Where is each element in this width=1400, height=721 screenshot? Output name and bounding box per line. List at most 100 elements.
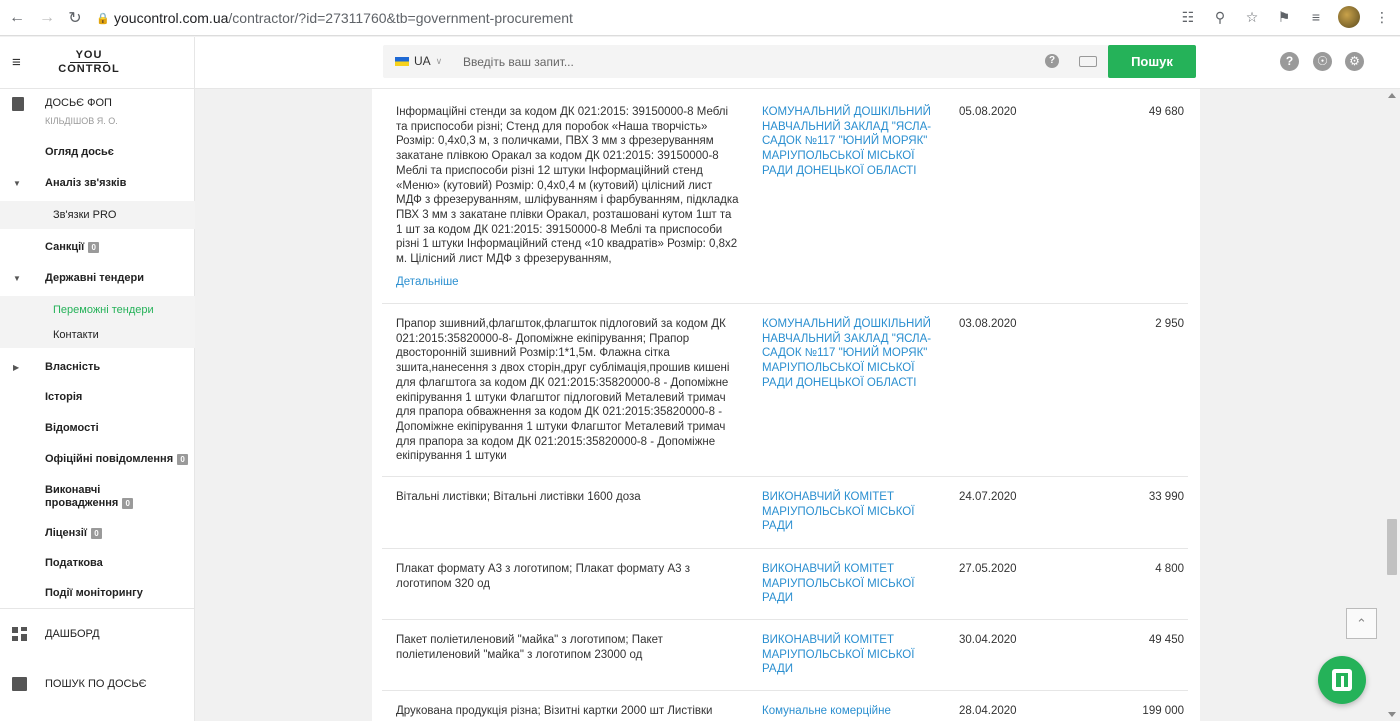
help-circle-icon[interactable]: ?: [1280, 52, 1299, 71]
chevron-down-icon: ▼: [13, 273, 21, 283]
tender-date: 28.04.2020: [959, 705, 1017, 717]
sidebar-item-sanctions[interactable]: Санкції 0: [0, 234, 195, 260]
sidebar-item-link-analysis[interactable]: ▼ Аналіз зв'язків: [0, 170, 195, 196]
sidebar-item-label: Зв'язки PRO: [53, 209, 117, 221]
sidebar-item-history[interactable]: Історія: [0, 384, 195, 410]
reading-list-icon[interactable]: ≡: [1306, 6, 1326, 28]
count-badge: 0: [88, 241, 100, 253]
reload-icon[interactable]: ↻: [62, 5, 88, 31]
tender-organization-link[interactable]: ВИКОНАВЧИЙ КОМІТЕТ МАРІУПОЛЬСЬКОЇ МІСЬКО…: [762, 633, 942, 677]
tender-description: Інформаційні стенди за кодом ДК 021:2015…: [396, 106, 739, 266]
scrollbar-thumb[interactable]: [1387, 519, 1397, 575]
table-row: Плакат формату А3 з логотипом; Плакат фо…: [382, 548, 1188, 619]
sidebar-item-label: Відомості: [45, 422, 99, 434]
url-path: /contractor/?id=27311760&tb=government-p…: [228, 10, 573, 26]
chevron-down-icon: ∨: [435, 55, 443, 66]
tender-organization-link[interactable]: КОМУНАЛЬНИЙ ДОШКІЛЬНИЙ НАВЧАЛЬНИЙ ЗАКЛАД…: [762, 317, 942, 391]
table-row: Пакет поліетиленовий "майка" з логотипом…: [382, 619, 1188, 690]
tender-organization-link[interactable]: КОМУНАЛЬНИЙ ДОШКІЛЬНИЙ НАВЧАЛЬНИЙ ЗАКЛАД…: [762, 105, 942, 179]
table-row: Інформаційні стенди за кодом ДК 021:2015…: [382, 89, 1188, 303]
sidebar-item-label: Власність: [45, 361, 101, 373]
profile-avatar[interactable]: [1338, 6, 1360, 28]
keyboard-icon[interactable]: [1079, 56, 1097, 67]
tender-organization-link[interactable]: Комунальне комерційне: [762, 704, 942, 719]
tender-description: Вітальні листівки; Вітальні листівки 160…: [396, 491, 641, 503]
dashboard-icon: [12, 627, 27, 641]
chat-icon: [1332, 669, 1352, 691]
bookmark-star-icon[interactable]: ☆: [1242, 6, 1262, 28]
document-icon: [12, 97, 24, 111]
notifications-icon[interactable]: ☉: [1313, 52, 1332, 71]
details-link[interactable]: Детальніше: [396, 275, 459, 290]
extensions-icon[interactable]: ⚑: [1274, 6, 1294, 28]
tender-amount: 2 950: [1155, 318, 1184, 330]
search-input[interactable]: [463, 49, 1023, 74]
zoom-icon[interactable]: ⚲: [1210, 6, 1230, 28]
page-scrollbar[interactable]: [1384, 89, 1400, 721]
sidebar-dashboard[interactable]: ДАШБОРД: [0, 619, 195, 649]
browser-menu-icon[interactable]: ⋮: [1372, 6, 1392, 28]
sidebar-item-winning-tenders[interactable]: Переможні тендери: [0, 296, 195, 324]
scroll-down-arrow-icon[interactable]: [1388, 712, 1396, 717]
url-host: youcontrol.com.ua: [114, 10, 229, 26]
sidebar-item-label: Огляд досьє: [45, 146, 114, 158]
help-icon[interactable]: ?: [1045, 54, 1059, 68]
sidebar-item-official-notices[interactable]: Офіційні повідомлення 0: [0, 446, 195, 472]
dossier-subject: КІЛЬДІШОВ Я. О.: [45, 116, 118, 126]
sidebar-item-state-tenders[interactable]: ▼ Державні тендери: [0, 265, 195, 291]
tender-organization-link[interactable]: ВИКОНАВЧИЙ КОМІТЕТ МАРІУПОЛЬСЬКОЇ МІСЬКО…: [762, 562, 942, 606]
sidebar-item-property[interactable]: ▶ Власність: [0, 354, 195, 380]
forward-icon[interactable]: →: [34, 5, 60, 31]
address-bar[interactable]: 🔒 youcontrol.com.ua/contractor/?id=27311…: [96, 5, 1366, 31]
sidebar: ДОСЬЄ ФОП КІЛЬДІШОВ Я. О. Огляд досьє ▼ …: [0, 89, 195, 721]
sidebar-item-label: Історія: [45, 391, 83, 403]
dossier-title: ДОСЬЄ ФОП: [45, 97, 112, 109]
sidebar-item-records[interactable]: Відомості: [0, 415, 195, 441]
app-header: ≡ YOU CONTROL UA ∨ ? Пошук ? ☉ ⚙: [0, 37, 1400, 89]
sidebar-item-label: Ліцензії 0: [45, 527, 102, 539]
sidebar-item-label: Події моніторингу: [45, 587, 143, 599]
chat-button[interactable]: [1318, 656, 1366, 704]
logo[interactable]: YOU CONTROL: [57, 49, 121, 76]
lock-icon: 🔒: [96, 12, 110, 25]
tender-date: 03.08.2020: [959, 318, 1017, 330]
search-button[interactable]: Пошук: [1108, 45, 1196, 78]
ukraine-flag-icon: [395, 56, 409, 66]
sidebar-item-label: Виконавчі провадження 0: [45, 484, 134, 510]
sidebar-item-label: Контакти: [53, 329, 99, 341]
tender-description: Плакат формату А3 з логотипом; Плакат фо…: [396, 563, 691, 590]
count-badge: 0: [122, 497, 134, 509]
sidebar-item-label: Санкції 0: [45, 241, 100, 253]
sidebar-item-enforcement[interactable]: Виконавчі провадження 0: [0, 481, 195, 513]
sidebar-item-label: Переможні тендери: [53, 304, 154, 316]
sidebar-dossier-search[interactable]: ПОШУК ПО ДОСЬЄ: [0, 669, 195, 699]
sidebar-item-monitoring-events[interactable]: Події моніторингу: [0, 580, 195, 606]
sidebar-item-links-pro[interactable]: Зв'язки PRO: [0, 201, 195, 229]
official-notices-label: Офіційні повідомлення: [45, 453, 174, 465]
sidebar-item-label: Державні тендери: [45, 272, 144, 284]
back-to-top-button[interactable]: ⌃: [1346, 608, 1377, 639]
tender-description: Прапор зшивний,флагшток,флагшток підлого…: [396, 318, 730, 463]
tenders-table: Інформаційні стенди за кодом ДК 021:2015…: [372, 89, 1200, 721]
tender-description: Друкована продукція різна; Візитні картк…: [396, 705, 713, 717]
browser-toolbar: ← → ↻ 🔒 youcontrol.com.ua/contractor/?id…: [0, 0, 1400, 36]
sidebar-item-contacts[interactable]: Контакти: [0, 322, 195, 348]
tender-amount: 49 680: [1148, 106, 1184, 118]
language-select[interactable]: UA ∨: [395, 54, 442, 68]
chevron-right-icon: ▶: [13, 362, 20, 372]
menu-collapse-icon[interactable]: ≡: [12, 54, 28, 71]
install-icon[interactable]: ☷: [1178, 6, 1198, 28]
dashboard-label: ДАШБОРД: [45, 628, 100, 640]
settings-icon[interactable]: ⚙: [1345, 52, 1364, 71]
table-row: Вітальні листівки; Вітальні листівки 160…: [382, 476, 1188, 548]
scroll-up-arrow-icon[interactable]: [1388, 93, 1396, 98]
tender-date: 05.08.2020: [959, 106, 1017, 118]
back-icon[interactable]: ←: [4, 5, 30, 31]
logo-bottom: CONTROL: [58, 63, 120, 75]
sidebar-item-licenses[interactable]: Ліцензії 0: [0, 520, 195, 546]
sidebar-item-tax[interactable]: Податкова: [0, 550, 195, 576]
table-row: Прапор зшивний,флагшток,флагшток підлого…: [382, 303, 1188, 476]
sidebar-item-overview[interactable]: Огляд досьє: [0, 139, 195, 165]
tender-date: 27.05.2020: [959, 563, 1017, 575]
tender-organization-link[interactable]: ВИКОНАВЧИЙ КОМІТЕТ МАРІУПОЛЬСЬКОЇ МІСЬКО…: [762, 490, 942, 534]
